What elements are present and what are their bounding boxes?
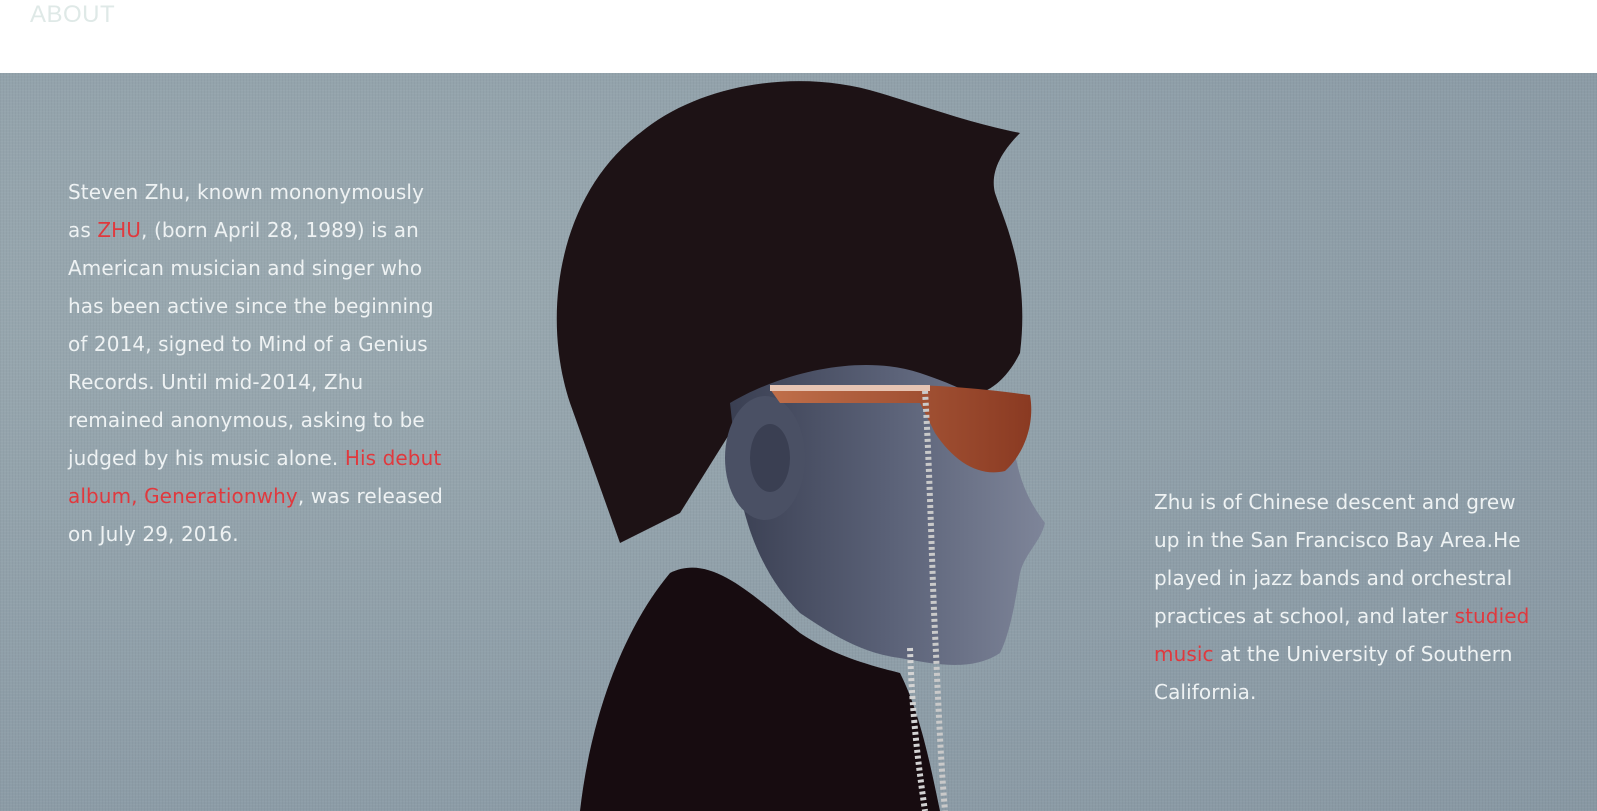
about-paragraph-right: Zhu is of Chinese descent and grew up in… [1154,483,1544,711]
site-header: ABOUT [0,0,1597,73]
nav-about-link[interactable]: ABOUT [30,0,115,30]
artist-portrait [556,81,1045,811]
zhu-link[interactable]: ZHU [97,218,141,242]
about-paragraph-left: Steven Zhu, known mononymously as ZHU, (… [68,173,448,553]
about-hero: Steven Zhu, known mononymously as ZHU, (… [0,73,1597,811]
about-left-text-2: , (born April 28, 1989) is an American m… [68,218,434,470]
